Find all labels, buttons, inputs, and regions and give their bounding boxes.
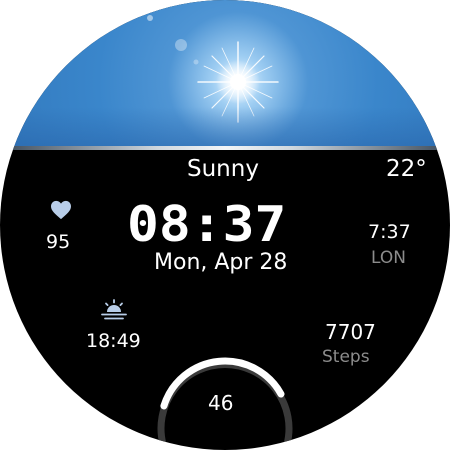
heart-icon[interactable] bbox=[50, 200, 72, 220]
watch-face: Sunny 22° 08:37 Mon, Apr 28 95 7:37 LON … bbox=[0, 0, 450, 450]
weather-temperature: 22° bbox=[386, 156, 427, 182]
steps-value[interactable]: 7707 bbox=[325, 320, 376, 344]
world-clock-time[interactable]: 7:37 bbox=[368, 221, 411, 243]
heart-rate-value[interactable]: 95 bbox=[46, 231, 70, 253]
world-clock-city[interactable]: LON bbox=[371, 248, 406, 268]
steps-label[interactable]: Steps bbox=[322, 347, 370, 367]
divider-line bbox=[0, 146, 450, 150]
sun-icon bbox=[147, 15, 279, 123]
gauge-value: 46 bbox=[208, 391, 234, 415]
sunset-icon[interactable] bbox=[100, 298, 128, 322]
weather-condition: Sunny bbox=[187, 156, 259, 182]
weather-sky-image bbox=[0, 0, 450, 147]
clock-time: 08:37 bbox=[127, 196, 287, 253]
sunset-time[interactable]: 18:49 bbox=[86, 330, 141, 352]
clock-date: Mon, Apr 28 bbox=[154, 250, 288, 275]
